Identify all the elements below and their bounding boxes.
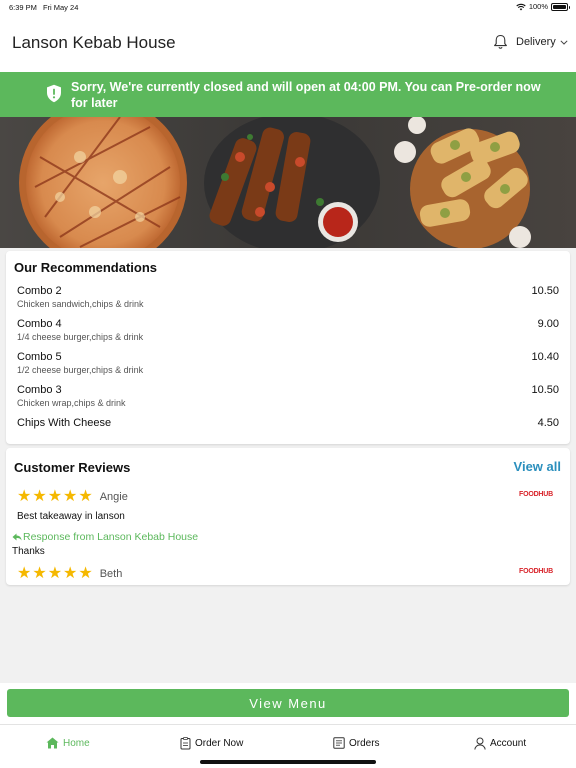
reviewer-name: Beth <box>99 568 123 580</box>
closed-banner: Sorry, We're currently closed and will o… <box>0 72 576 117</box>
app-header: Lanson Kebab House Delivery <box>0 14 576 72</box>
star-icon: ★ <box>47 488 63 505</box>
menu-item-description: 1/4 cheese burger,chips & drink <box>17 332 144 342</box>
battery-percent: 100% <box>528 2 548 11</box>
status-bar: 6:39 PM Fri May 24 100% <box>0 0 576 14</box>
menu-item-description: Chicken sandwich,chips & drink <box>17 299 144 309</box>
star-icon: ★ <box>47 565 63 582</box>
tab-order-now[interactable]: Order Now <box>180 737 243 750</box>
shield-alert-icon <box>47 84 61 103</box>
bottom-area: View Menu Home Order Now Orders Account <box>0 683 576 768</box>
star-icon: ★ <box>32 488 47 505</box>
restaurant-title: Lanson Kebab House <box>12 33 176 52</box>
star-icon: ★ <box>32 565 47 582</box>
view-menu-button[interactable]: View Menu <box>7 689 569 717</box>
menu-item-price: 10.40 <box>531 351 559 363</box>
home-indicator <box>200 760 376 764</box>
tab-order-now-label: Order Now <box>195 738 244 749</box>
review-text: Best takeaway in lanson <box>17 511 125 522</box>
order-now-icon <box>180 737 191 750</box>
review-header-2: ★ ★ ★ ★ ★ Beth <box>17 566 122 582</box>
menu-item-price: 10.50 <box>531 285 559 297</box>
menu-item-price: 10.50 <box>531 384 559 396</box>
closed-message: Sorry, We're currently closed and will o… <box>71 80 541 110</box>
star-icon: ★ <box>63 565 78 582</box>
menu-item-name: Combo 3 <box>17 384 62 396</box>
star-rating: ★ ★ ★ ★ ★ <box>17 489 93 505</box>
menu-item-name: Combo 4 <box>17 318 62 330</box>
menu-item-price: 9.00 <box>537 318 559 330</box>
owner-response-label: Response from Lanson Kebab House <box>12 531 198 543</box>
account-icon <box>474 737 486 750</box>
response-label-text: Response from Lanson Kebab House <box>23 531 199 543</box>
star-icon: ★ <box>63 488 78 505</box>
menu-item-chips-with-cheese[interactable]: Chips With Cheese 4.50 <box>17 417 559 429</box>
status-date: Fri May 24 <box>42 3 79 12</box>
battery-icon <box>551 2 570 11</box>
star-icon: ★ <box>78 488 93 505</box>
chevron-down-icon <box>560 39 568 45</box>
tab-home-label: Home <box>63 737 90 749</box>
star-rating: ★ ★ ★ ★ ★ <box>17 566 93 582</box>
menu-item-name: Combo 2 <box>17 285 62 297</box>
tab-orders-label: Orders <box>349 737 380 749</box>
menu-item-combo-3[interactable]: Combo 3 Chicken wrap,chips & drink 10.50 <box>17 384 559 408</box>
delivery-selector[interactable]: Delivery <box>516 36 568 48</box>
delivery-label: Delivery <box>516 36 556 48</box>
tab-account[interactable]: Account <box>474 737 526 750</box>
owner-response-text: Thanks <box>12 546 45 557</box>
menu-item-combo-5[interactable]: Combo 5 1/2 cheese burger,chips & drink … <box>17 351 559 375</box>
view-all-link[interactable]: View all <box>514 459 561 474</box>
reply-arrow-icon <box>12 533 22 541</box>
menu-item-description: 1/2 cheese burger,chips & drink <box>17 365 144 375</box>
menu-item-price: 4.50 <box>537 417 559 429</box>
battery-fill <box>553 4 566 9</box>
hero-food-image <box>0 117 576 248</box>
reviews-title: Customer Reviews <box>14 460 131 475</box>
orders-icon <box>333 737 345 749</box>
star-icon: ★ <box>17 565 32 582</box>
wifi-icon <box>516 3 526 10</box>
reviews-card: Customer Reviews View all ★ ★ ★ ★ ★ Angi… <box>6 448 570 585</box>
menu-item-description: Chicken wrap,chips & drink <box>17 398 126 408</box>
divider <box>0 724 576 725</box>
foodhub-logo: FOODHUB <box>519 568 553 575</box>
review-header-1: ★ ★ ★ ★ ★ Angie <box>17 489 128 505</box>
tab-account-label: Account <box>490 738 527 749</box>
reviewer-name: Angie <box>99 491 128 503</box>
home-icon <box>46 737 59 749</box>
status-right: 100% <box>516 2 570 11</box>
recommendations-title: Our Recommendations <box>14 260 158 275</box>
menu-item-combo-4[interactable]: Combo 4 1/4 cheese burger,chips & drink … <box>17 318 559 342</box>
tab-home[interactable]: Home <box>46 737 90 749</box>
star-icon: ★ <box>78 565 93 582</box>
menu-item-combo-2[interactable]: Combo 2 Chicken sandwich,chips & drink 1… <box>17 285 559 309</box>
menu-item-name: Combo 5 <box>17 351 62 363</box>
recommendations-card: Our Recommendations Combo 2 Chicken sand… <box>6 251 570 444</box>
tab-orders[interactable]: Orders <box>333 737 380 749</box>
status-time: 6:39 PM Fri May 24 <box>9 3 79 12</box>
star-icon: ★ <box>17 488 32 505</box>
foodhub-logo: FOODHUB <box>519 491 553 498</box>
bell-icon[interactable] <box>493 34 508 50</box>
menu-item-name: Chips With Cheese <box>17 417 112 429</box>
